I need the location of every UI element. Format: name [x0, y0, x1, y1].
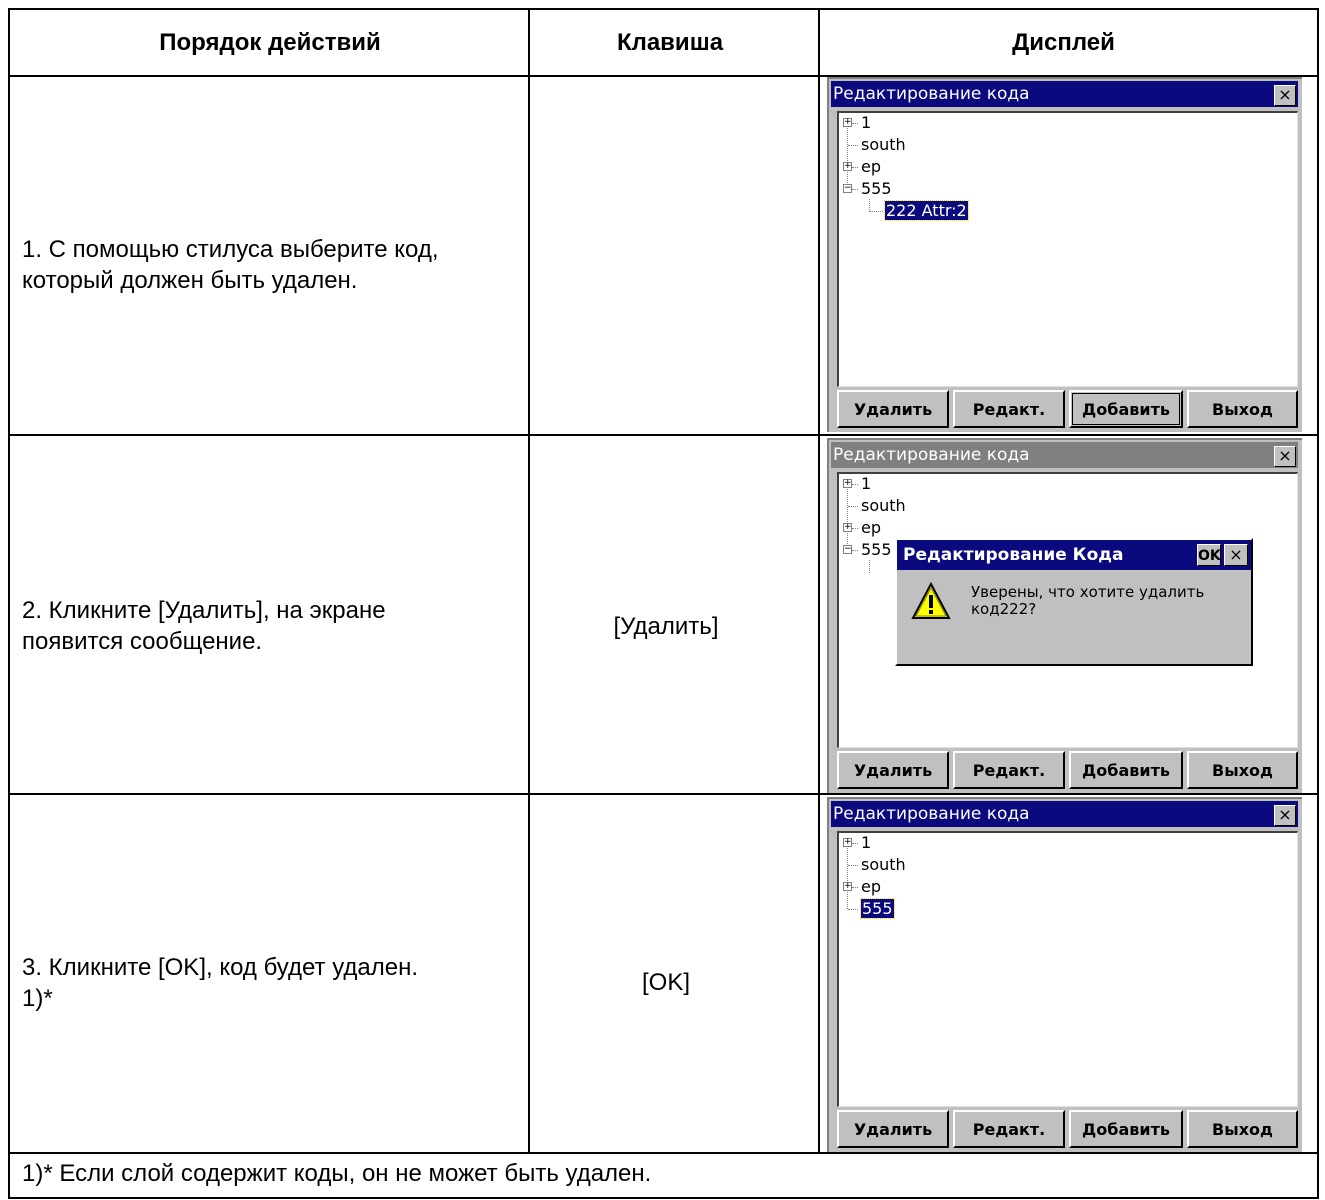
tree-node[interactable]: ep	[861, 156, 881, 178]
device-screen-1: Редактирование кода × + 1 south + ep − 5…	[827, 77, 1302, 432]
expand-icon[interactable]: +	[843, 118, 852, 127]
step-3-text: 3. Кликните [OK], код будет удален. 1)*	[22, 952, 418, 1014]
delete-button[interactable]: Удалить	[837, 1110, 949, 1148]
tree-node[interactable]: 1	[861, 473, 871, 495]
close-button[interactable]: ×	[1274, 446, 1296, 467]
warning-icon	[911, 582, 951, 619]
window-title: Редактирование кода	[831, 801, 1298, 827]
tree-node[interactable]: south	[861, 854, 906, 876]
expand-icon[interactable]: +	[843, 523, 852, 532]
add-button[interactable]: Добавить	[1069, 1110, 1183, 1148]
table-header: Порядок действий Клавиша Дисплей	[10, 10, 1317, 77]
device-screen-2: Редактирование кода × + 1 south + ep − 5…	[827, 438, 1302, 793]
expand-icon[interactable]: +	[843, 882, 852, 891]
expand-icon[interactable]: +	[843, 479, 852, 488]
tree-node[interactable]: south	[861, 495, 906, 517]
add-button[interactable]: Добавить	[1069, 751, 1183, 789]
instruction-table: Порядок действий Клавиша Дисплей 1. С по…	[8, 8, 1319, 1199]
tree-node[interactable]: 555	[861, 178, 892, 200]
step-2-key: [Удалить]	[613, 613, 719, 640]
edit-button[interactable]: Редакт.	[953, 1110, 1065, 1148]
step-1-line-2: который должен быть удален.	[22, 267, 358, 294]
step-1-line-1: 1. С помощью стилуса выберите код,	[22, 236, 439, 263]
row-divider	[10, 434, 1317, 436]
exit-button[interactable]: Выход	[1187, 751, 1298, 789]
window-title: Редактирование кода	[831, 442, 1298, 468]
step-1-text: 1. С помощью стилуса выберите код, котор…	[22, 234, 439, 296]
expand-icon[interactable]: +	[843, 838, 852, 847]
edit-button[interactable]: Редакт.	[953, 390, 1065, 428]
button-bar: Удалить Редакт. Добавить Выход	[837, 751, 1298, 791]
dialog-close-button[interactable]: ×	[1224, 544, 1248, 566]
header-key: Клавиша	[616, 28, 724, 56]
window-title: Редактирование кода	[831, 81, 1298, 107]
exit-button[interactable]: Выход	[1187, 390, 1298, 428]
close-button[interactable]: ×	[1274, 85, 1296, 106]
exit-button[interactable]: Выход	[1187, 1110, 1298, 1148]
tree-node-selected[interactable]: 555	[860, 898, 895, 920]
header-display: Дисплей	[1012, 28, 1115, 56]
expand-icon[interactable]: +	[843, 162, 852, 171]
step-2-text: 2. Кликните [Удалить], на экране появитс…	[22, 595, 386, 657]
grid-divider	[528, 10, 530, 1154]
step-3-line-1: 3. Кликните [OK], код будет удален.	[22, 954, 419, 981]
step-2-line-1: 2. Кликните [Удалить], на экране	[22, 597, 386, 624]
add-button[interactable]: Добавить	[1069, 390, 1183, 428]
delete-button[interactable]: Удалить	[837, 751, 949, 789]
dialog-message: Уверены, что хотите удалить код222?	[971, 584, 1241, 618]
collapse-icon[interactable]: −	[843, 184, 852, 193]
header-steps: Порядок действий	[159, 28, 381, 56]
tree-node-selected[interactable]: 222 Attr:2	[884, 200, 969, 222]
tree-node[interactable]: ep	[861, 876, 881, 898]
code-tree[interactable]: + 1 south + ep − 555 222 Attr:2	[837, 111, 1298, 387]
step-3-line-2: 1)*	[22, 985, 53, 1012]
code-tree[interactable]: + 1 south + ep 555	[837, 831, 1298, 1107]
step-3-key: [OK]	[641, 969, 690, 996]
dialog-message-line-1: Уверены, что хотите удалить	[971, 583, 1205, 601]
dialog-message-line-2: код222?	[971, 600, 1037, 618]
tree-node[interactable]: south	[861, 134, 906, 156]
close-button[interactable]: ×	[1274, 805, 1296, 826]
ok-button[interactable]: OK	[1197, 544, 1221, 566]
button-bar: Удалить Редакт. Добавить Выход	[837, 390, 1298, 430]
tree-node[interactable]: 555	[861, 539, 892, 561]
grid-divider	[818, 10, 820, 1154]
row-divider	[10, 1152, 1317, 1154]
row-divider	[10, 793, 1317, 795]
footnote: 1)* Если слой содержит коды, он не может…	[22, 1160, 652, 1187]
edit-button[interactable]: Редакт.	[953, 751, 1065, 789]
collapse-icon[interactable]: −	[843, 545, 852, 554]
tree-node[interactable]: 1	[861, 112, 871, 134]
device-screen-3: Редактирование кода × + 1 south + ep 555…	[827, 797, 1302, 1152]
button-bar: Удалить Редакт. Добавить Выход	[837, 1110, 1298, 1150]
delete-button[interactable]: Удалить	[837, 390, 949, 428]
tree-node[interactable]: ep	[861, 517, 881, 539]
tree-node[interactable]: 1	[861, 832, 871, 854]
step-2-line-2: появится сообщение.	[22, 628, 263, 655]
confirm-dialog: Редактирование Кода OK × Уверены, что хо…	[895, 538, 1253, 666]
